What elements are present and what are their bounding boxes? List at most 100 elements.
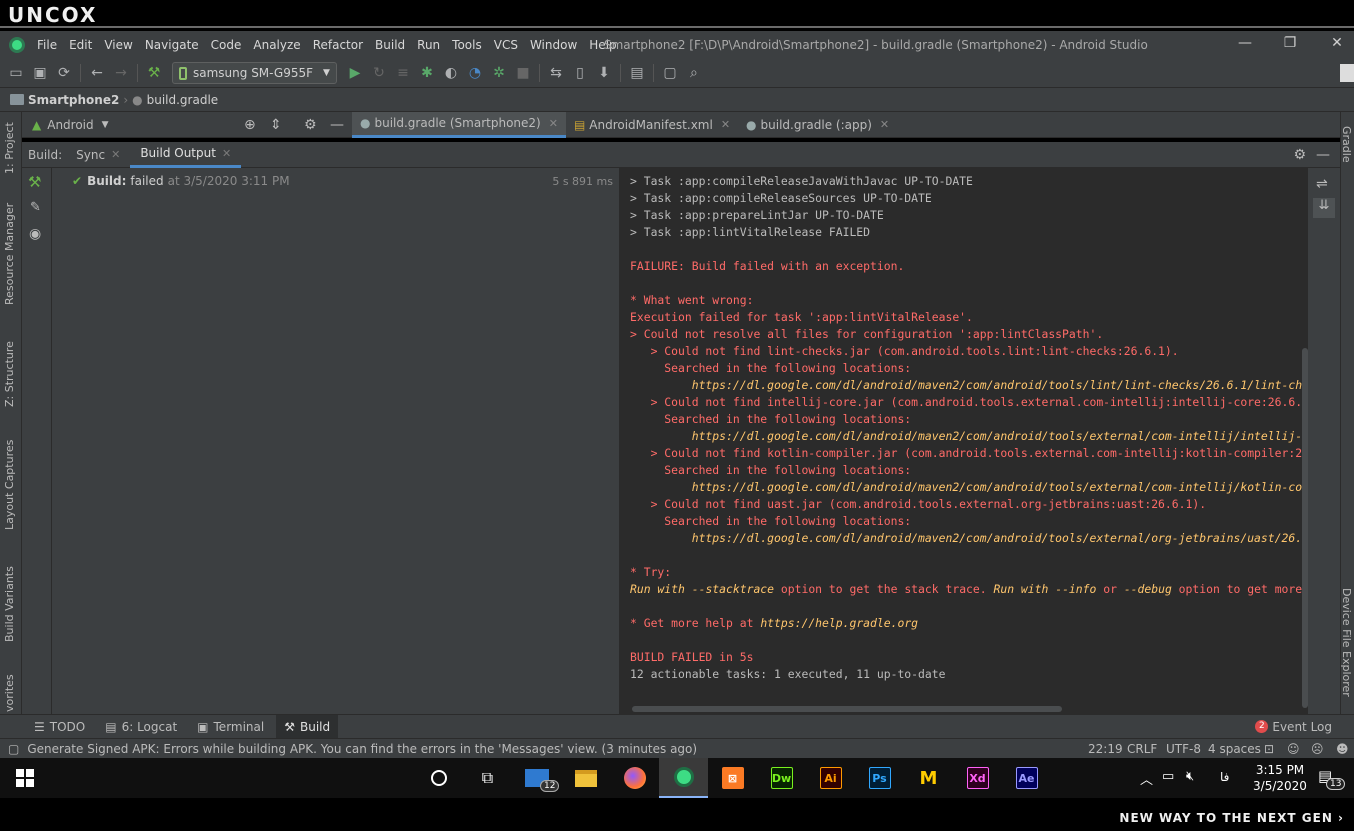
tab-build[interactable]: ⚒ Build xyxy=(276,714,339,739)
sync-gradle-icon[interactable]: ⇆ xyxy=(544,62,568,84)
horizontal-scrollbar[interactable] xyxy=(632,706,1062,712)
eye-icon[interactable]: ◉ xyxy=(29,226,41,242)
tab-build-gradle-app[interactable]: ● build.gradle (:app) ✕ xyxy=(738,112,897,138)
tab-todo[interactable]: ☰ TODO xyxy=(26,715,93,739)
event-log-button[interactable]: 2 Event Log xyxy=(1247,715,1340,739)
forward-icon[interactable]: → xyxy=(109,62,133,84)
hector-icon[interactable]: ☻ xyxy=(1336,742,1349,756)
sdk-manager-icon[interactable]: ⬇ xyxy=(592,62,616,84)
caret-position[interactable]: 22:19 xyxy=(1088,742,1123,756)
back-icon[interactable]: ← xyxy=(85,62,109,84)
gear-icon[interactable]: ⚙ xyxy=(304,117,317,133)
frown-icon[interactable]: ☹ xyxy=(1311,742,1324,756)
cortana-button[interactable] xyxy=(414,758,463,798)
open-folder-icon[interactable]: ▭ xyxy=(4,62,28,84)
menu-edit[interactable]: Edit xyxy=(63,38,98,52)
menu-view[interactable]: View xyxy=(98,38,138,52)
taskbar-illustrator[interactable]: Ai xyxy=(806,758,855,798)
taskbar-xampp[interactable]: ⊠ xyxy=(708,758,757,798)
hide-icon[interactable]: — xyxy=(1316,147,1330,163)
build-output-console[interactable]: > Task :app:compileReleaseJavaWithJavac … xyxy=(620,168,1308,714)
build-result-row[interactable]: ✔ Build: failed at 3/5/2020 3:11 PM 5 s … xyxy=(72,173,619,189)
tool-window-device-file-explorer[interactable]: Device File Explorer xyxy=(1340,588,1353,697)
close-icon[interactable]: ✕ xyxy=(721,118,730,131)
apply-code-changes-icon[interactable]: ≡ xyxy=(391,62,415,84)
save-icon[interactable]: ▣ xyxy=(28,62,52,84)
attach-process-icon[interactable]: ✲ xyxy=(487,62,511,84)
project-structure-icon[interactable]: ▤ xyxy=(625,62,649,84)
menu-vcs[interactable]: VCS xyxy=(488,38,524,52)
profile-icon[interactable]: ◔ xyxy=(463,62,487,84)
lock-icon[interactable]: ⊡ xyxy=(1264,742,1274,756)
stop-icon[interactable]: ■ xyxy=(511,62,535,84)
menu-refactor[interactable]: Refactor xyxy=(307,38,369,52)
taskbar-photoshop[interactable]: Ps xyxy=(855,758,904,798)
soft-wrap-icon[interactable]: ⇌ xyxy=(1316,176,1328,192)
tab-android-manifest[interactable]: ▤ AndroidManifest.xml ✕ xyxy=(566,112,738,138)
tab-sync[interactable]: Sync ✕ xyxy=(66,142,130,168)
device-selector[interactable]: samsung SM-G955F ▼ xyxy=(172,62,337,84)
status-message[interactable]: Generate Signed APK: Errors while buildi… xyxy=(27,742,697,756)
tool-window-build-variants[interactable]: Build Variants xyxy=(3,566,16,642)
file-encoding[interactable]: UTF-8 xyxy=(1166,742,1201,756)
taskbar-after-effects[interactable]: Ae xyxy=(1002,758,1051,798)
language-indicator[interactable]: فا xyxy=(1220,770,1229,784)
menu-analyze[interactable]: Analyze xyxy=(247,38,306,52)
line-separator[interactable]: CRLF xyxy=(1127,742,1157,756)
menu-build[interactable]: Build xyxy=(369,38,411,52)
collapse-icon[interactable]: ⇕ xyxy=(270,117,282,133)
scroll-to-end-icon[interactable]: ⇊ xyxy=(1313,198,1335,218)
avd-manager-icon[interactable]: ▯ xyxy=(568,62,592,84)
gear-icon[interactable]: ⚙ xyxy=(1293,147,1306,163)
clock[interactable]: 3:15 PM 3/5/2020 xyxy=(1250,762,1310,794)
debug-icon[interactable]: ✱ xyxy=(415,62,439,84)
close-button[interactable]: ✕ xyxy=(1327,35,1347,55)
layout-inspector-icon[interactable]: ▢ xyxy=(658,62,682,84)
user-icon[interactable] xyxy=(1340,64,1354,82)
taskbar-firefox[interactable] xyxy=(610,758,659,798)
close-icon[interactable]: ✕ xyxy=(111,148,120,161)
tab-logcat[interactable]: ▤ 6: Logcat xyxy=(97,715,185,739)
network-icon[interactable]: ▭ xyxy=(1162,769,1174,784)
tool-window-project[interactable]: 1: Project xyxy=(3,122,16,174)
sync-icon[interactable]: ⟳ xyxy=(52,62,76,84)
taskbar-explorer[interactable] xyxy=(561,758,610,798)
pin-icon[interactable]: ✎ xyxy=(30,200,41,215)
show-hidden-icons[interactable]: ︿ xyxy=(1140,769,1153,788)
breadcrumb-project[interactable]: Smartphone2 xyxy=(28,93,119,107)
tool-window-resource-manager[interactable]: Resource Manager xyxy=(3,203,16,305)
start-button[interactable] xyxy=(0,758,49,798)
volume-muted-icon[interactable]: 🔇︎ xyxy=(1186,769,1194,784)
apply-changes-icon[interactable]: ↻ xyxy=(367,62,391,84)
rebuild-icon[interactable]: ⚒ xyxy=(28,173,41,191)
minimize-button[interactable]: — xyxy=(1235,35,1255,55)
taskbar-dreamweaver[interactable]: Dw xyxy=(757,758,806,798)
indent-setting[interactable]: 4 spaces xyxy=(1208,742,1261,756)
taskbar-mail[interactable]: 12 xyxy=(512,758,561,798)
tool-window-favorites[interactable]: vorites xyxy=(3,674,16,712)
breadcrumb-file[interactable]: build.gradle xyxy=(147,93,219,107)
tool-window-layout-captures[interactable]: Layout Captures xyxy=(3,440,16,530)
run-icon[interactable]: ▶ xyxy=(343,62,367,84)
close-icon[interactable]: ✕ xyxy=(549,117,558,130)
close-icon[interactable]: ✕ xyxy=(880,118,889,131)
tab-terminal[interactable]: ▣ Terminal xyxy=(189,715,272,739)
tool-window-structure[interactable]: Z: Structure xyxy=(3,341,16,407)
restore-button[interactable]: ❐ xyxy=(1280,35,1300,55)
menu-run[interactable]: Run xyxy=(411,38,446,52)
tool-window-gradle[interactable]: Gradle xyxy=(1340,126,1353,163)
close-icon[interactable]: ✕ xyxy=(222,147,231,160)
project-view-selector[interactable]: Android xyxy=(47,118,93,132)
tab-build-output[interactable]: Build Output ✕ xyxy=(130,142,242,168)
menu-navigate[interactable]: Navigate xyxy=(139,38,205,52)
smile-icon[interactable]: ☺ xyxy=(1287,742,1300,756)
task-view-button[interactable]: ⧉ xyxy=(463,758,512,798)
menu-window[interactable]: Window xyxy=(524,38,583,52)
locate-icon[interactable]: ⊕ xyxy=(244,117,256,133)
search-icon[interactable]: ⌕ xyxy=(682,62,706,84)
hide-icon[interactable]: — xyxy=(330,117,344,133)
attach-debugger-icon[interactable]: ◐ xyxy=(439,62,463,84)
menu-code[interactable]: Code xyxy=(205,38,248,52)
taskbar-xd[interactable]: Xd xyxy=(953,758,1002,798)
toggle-tool-windows-icon[interactable]: ▢ xyxy=(8,742,19,756)
